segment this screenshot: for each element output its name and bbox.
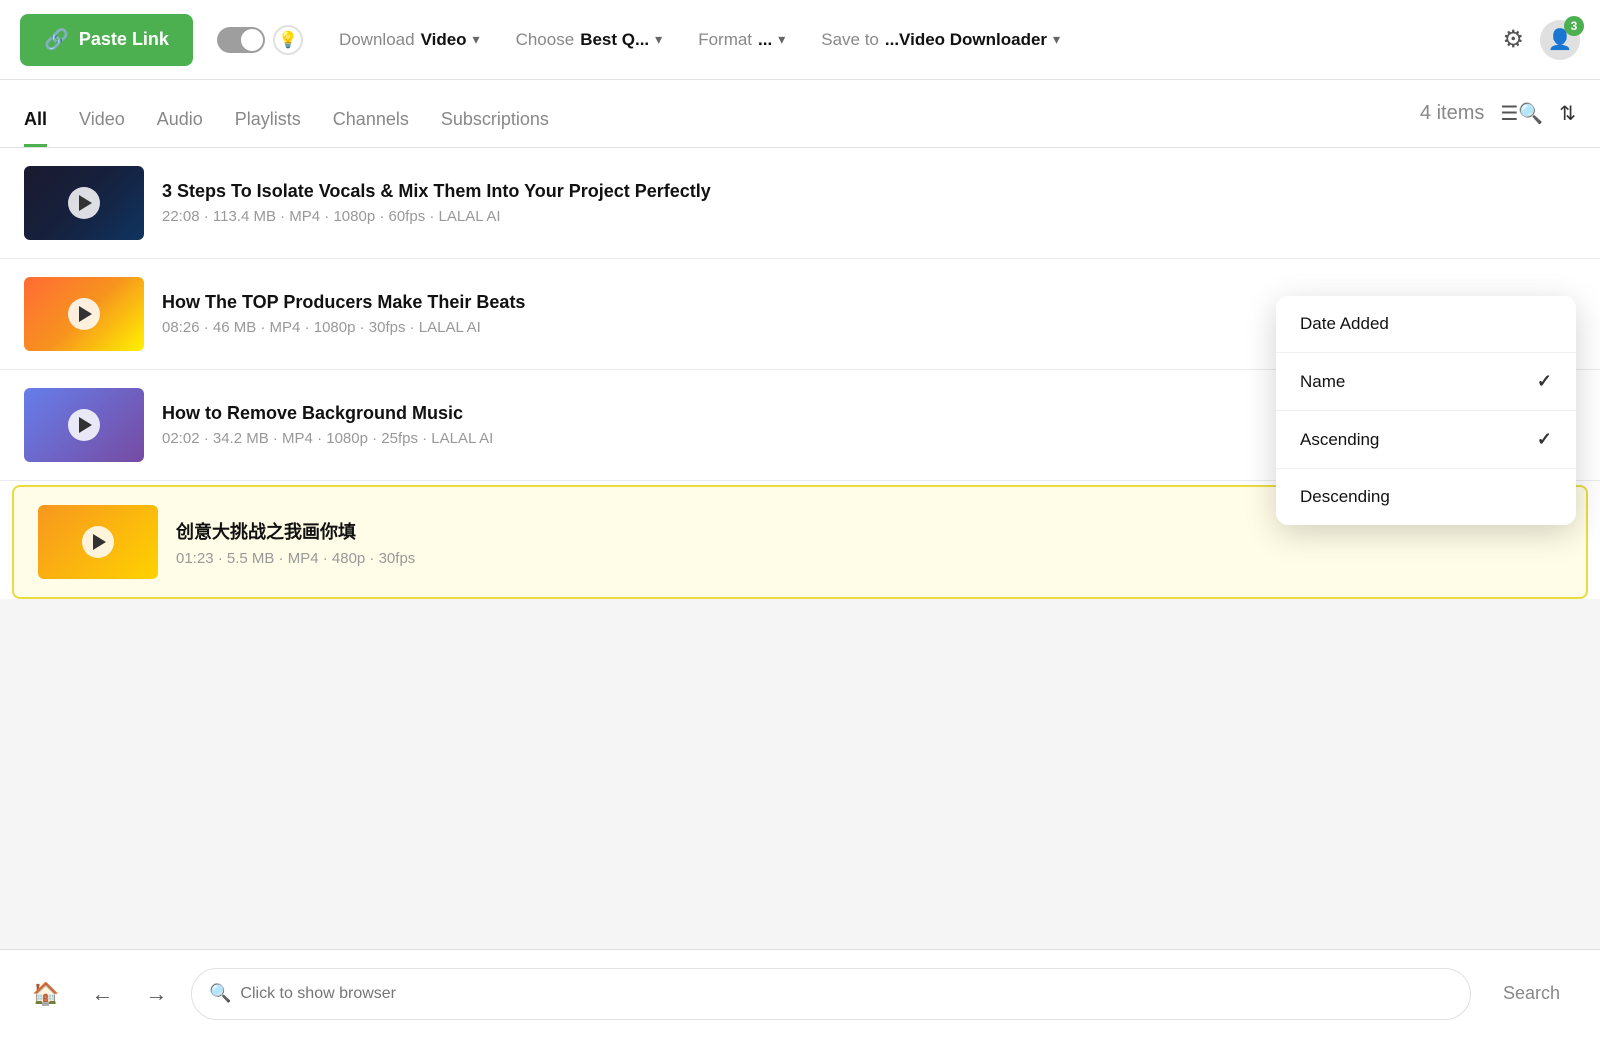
format-caret-icon: ▾ <box>778 31 785 48</box>
avatar-button[interactable]: 👤 3 <box>1540 20 1580 60</box>
paste-link-button[interactable]: 🔗 Paste Link <box>20 14 193 66</box>
video-meta: 01:23 · 5.5 MB · MP4 · 480p · 30fps <box>176 550 1562 567</box>
toolbar-right: ⚙ 👤 3 <box>1502 20 1580 60</box>
play-overlay <box>38 505 158 579</box>
toggle-area: 💡 <box>217 25 303 55</box>
download-caret-icon: ▾ <box>473 31 480 48</box>
quality-caret-icon: ▾ <box>655 31 662 48</box>
tab-video[interactable]: Video <box>79 109 125 147</box>
play-btn-circle <box>68 187 100 219</box>
save-label: Save to <box>821 30 879 50</box>
bottom-bar: 🏠 ← → 🔍 Search <box>0 949 1600 1037</box>
paste-link-label: Paste Link <box>79 29 169 50</box>
video-item[interactable]: 3 Steps To Isolate Vocals & Mix Them Int… <box>0 148 1600 259</box>
tab-playlists[interactable]: Playlists <box>235 109 301 147</box>
sort-date-added-label: Date Added <box>1300 314 1389 334</box>
format-value: ... <box>758 30 772 50</box>
format-button[interactable]: Format ... ▾ <box>686 22 797 58</box>
play-btn-circle <box>82 526 114 558</box>
bulb-icon: 💡 <box>273 25 303 55</box>
sort-name-check-icon: ✓ <box>1537 371 1552 392</box>
video-title: 3 Steps To Isolate Vocals & Mix Them Int… <box>162 181 1576 202</box>
sort-descending-label: Descending <box>1300 487 1390 507</box>
home-button[interactable]: 🏠 <box>24 973 67 1015</box>
link-icon: 🔗 <box>44 27 69 52</box>
search-button[interactable]: Search <box>1487 983 1576 1004</box>
play-btn-circle <box>68 409 100 441</box>
tabs-right: 4 items ☰🔍 ⇅ <box>1420 101 1576 126</box>
video-meta: 22:08 · 113.4 MB · MP4 · 1080p · 60fps ·… <box>162 208 1576 225</box>
saveto-caret-icon: ▾ <box>1053 31 1060 48</box>
toggle-switch[interactable] <box>217 27 265 53</box>
play-triangle-icon <box>93 534 106 550</box>
play-triangle-icon <box>79 306 92 322</box>
thumb-bg <box>24 388 144 462</box>
content-area: 3 Steps To Isolate Vocals & Mix Them Int… <box>0 148 1600 599</box>
sort-name[interactable]: Name ✓ <box>1276 353 1576 411</box>
forward-button[interactable]: → <box>137 973 175 1015</box>
play-btn-circle <box>68 298 100 330</box>
avatar-badge: 3 <box>1564 16 1584 36</box>
sort-ascending-check-icon: ✓ <box>1537 429 1552 450</box>
list-search-button[interactable]: ☰🔍 <box>1500 101 1543 126</box>
choose-value: Best Q... <box>580 30 649 50</box>
video-info: 3 Steps To Isolate Vocals & Mix Them Int… <box>162 181 1576 225</box>
download-value: Video <box>421 30 467 50</box>
sort-name-label: Name <box>1300 372 1345 392</box>
tab-channels[interactable]: Channels <box>333 109 409 147</box>
thumbnail <box>24 388 144 462</box>
download-label: Download <box>339 30 415 50</box>
sort-date-added[interactable]: Date Added <box>1276 296 1576 353</box>
saveto-button[interactable]: Save to ...Video Downloader ▾ <box>809 22 1072 58</box>
sort-ascending[interactable]: Ascending ✓ <box>1276 411 1576 469</box>
toolbar: 🔗 Paste Link 💡 Download Video ▾ Choose B… <box>0 0 1600 80</box>
sort-descending[interactable]: Descending <box>1276 469 1576 525</box>
quality-button[interactable]: Choose Best Q... ▾ <box>504 22 675 58</box>
thumb-beats <box>24 277 144 351</box>
browser-input[interactable] <box>191 968 1471 1020</box>
sort-button[interactable]: ⇅ <box>1559 101 1576 126</box>
thumbnail <box>38 505 158 579</box>
save-value: ...Video Downloader <box>885 30 1047 50</box>
tab-audio[interactable]: Audio <box>157 109 203 147</box>
thumb-vocal <box>24 166 144 240</box>
thumbnail <box>24 277 144 351</box>
choose-label: Choose <box>516 30 575 50</box>
back-button[interactable]: ← <box>83 973 121 1015</box>
download-button[interactable]: Download Video ▾ <box>327 22 492 58</box>
thumb-chinese <box>38 505 158 579</box>
thumbnail <box>24 166 144 240</box>
tab-all[interactable]: All <box>24 109 47 147</box>
tabs-bar: All Video Audio Playlists Channels Subsc… <box>0 80 1600 148</box>
items-count: 4 items <box>1420 102 1484 125</box>
play-overlay <box>24 388 144 462</box>
play-triangle-icon <box>79 417 92 433</box>
play-overlay <box>24 166 144 240</box>
format-label: Format <box>698 30 752 50</box>
tabs-list: All Video Audio Playlists Channels Subsc… <box>24 80 549 147</box>
tab-subscriptions[interactable]: Subscriptions <box>441 109 549 147</box>
sort-dropdown: Date Added Name ✓ Ascending ✓ Descending <box>1276 296 1576 525</box>
browser-input-wrap: 🔍 <box>191 968 1471 1020</box>
sort-ascending-label: Ascending <box>1300 430 1379 450</box>
settings-button[interactable]: ⚙ <box>1502 25 1524 54</box>
play-overlay <box>24 277 144 351</box>
play-triangle-icon <box>79 195 92 211</box>
